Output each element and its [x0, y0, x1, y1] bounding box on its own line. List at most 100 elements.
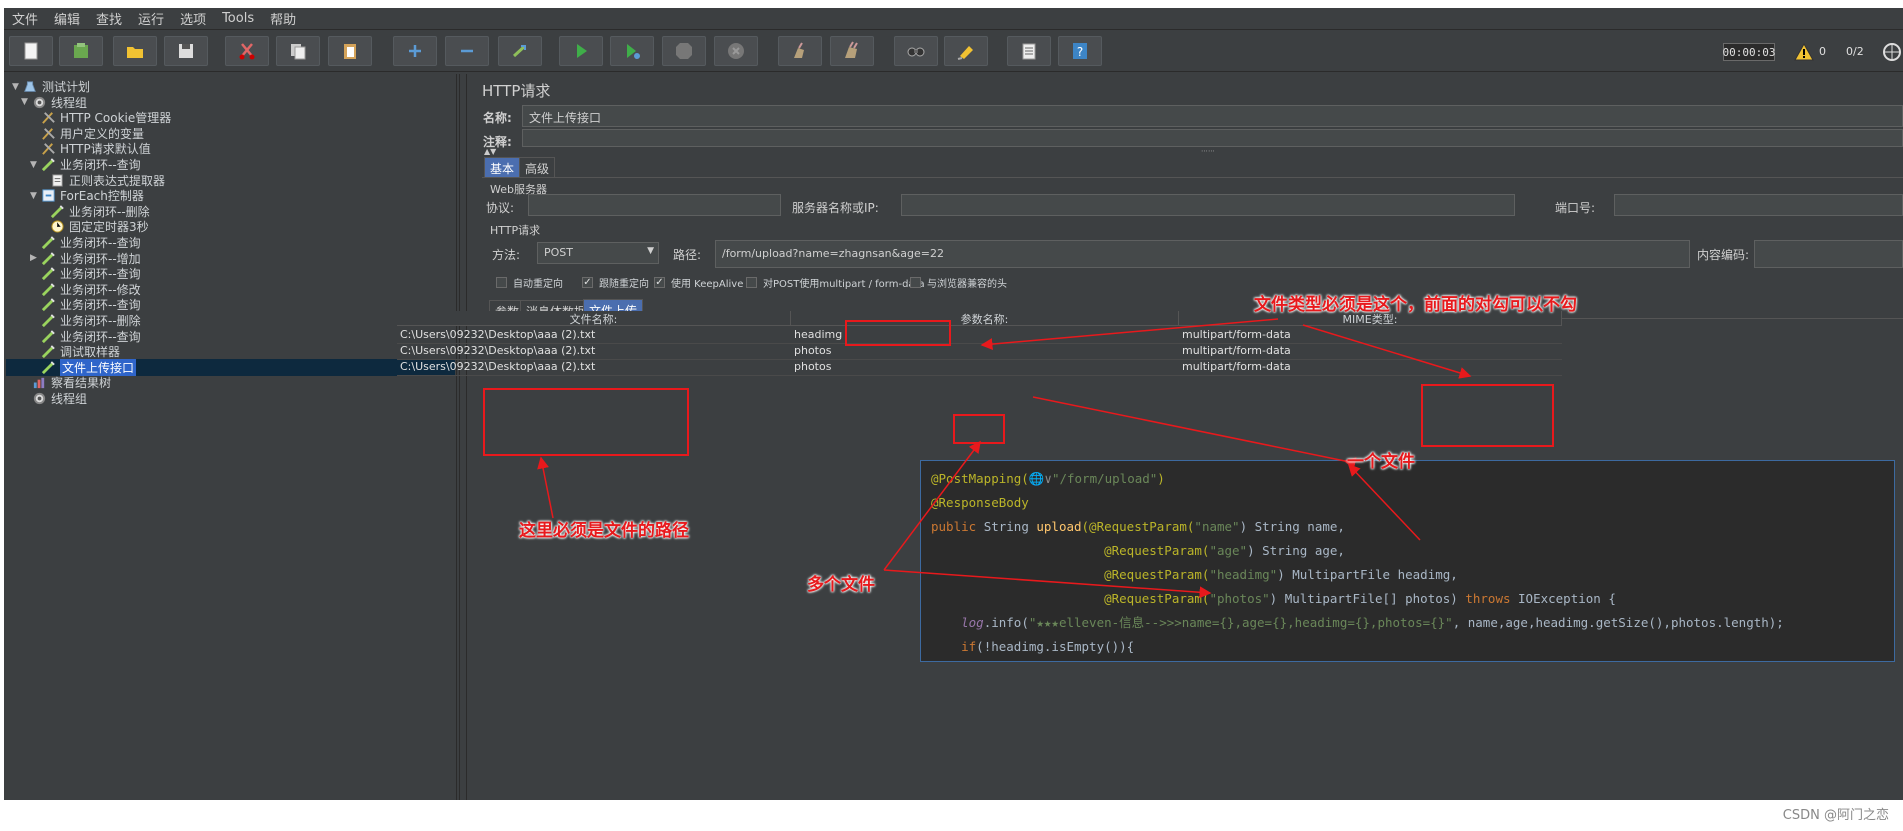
tree-node[interactable]: 业务闭环--查询 [4, 234, 141, 251]
tree-node[interactable]: 调试取样器 [4, 343, 120, 360]
file-path-cell[interactable]: C:\Users\09232\Desktop\aaa (2).txt [397, 328, 791, 344]
checkbox-empty-icon[interactable] [496, 277, 507, 288]
param-name-cell[interactable]: photos [791, 344, 1179, 360]
menu-help[interactable]: 帮助 [262, 9, 304, 28]
tree-node-label: 线程组 [51, 95, 88, 110]
tree-node[interactable]: ▼ 业务闭环--查询 [4, 156, 141, 173]
sampler-icon [40, 266, 56, 282]
globe-icon[interactable] [1882, 42, 1902, 62]
shutdown-icon [728, 43, 744, 59]
menu-run[interactable]: 运行 [130, 9, 172, 28]
search-button[interactable] [894, 36, 938, 66]
paste-button[interactable] [328, 36, 372, 66]
code-line-5: @RequestParam("headimg") MultipartFile h… [1104, 567, 1458, 582]
start-button[interactable] [559, 36, 603, 66]
option-checkbox[interactable]: ✓ 跟随重定向 [582, 275, 649, 290]
toggle-button[interactable] [498, 36, 542, 66]
warning-icon[interactable] [1794, 42, 1814, 62]
menu-search[interactable]: 查找 [88, 9, 130, 28]
tree-node[interactable]: ▶ 业务闭环--增加 [4, 250, 141, 267]
method-select[interactable]: POST ▼ [537, 242, 659, 264]
collapsed-arrow-icon[interactable]: ▶ [30, 253, 40, 263]
clear-button[interactable] [778, 36, 822, 66]
clear-all-button[interactable] [830, 36, 874, 66]
option-checkbox[interactable]: 与浏览器兼容的头 [910, 275, 1007, 290]
tree-node-label: 业务闭环--查询 [60, 329, 141, 344]
path-field[interactable]: /form/upload?name=zhagnsan&age=22 [715, 240, 1690, 268]
checkbox-empty-icon[interactable] [910, 277, 921, 288]
mime-type-cell[interactable]: multipart/form-data [1179, 344, 1562, 360]
checkmark-icon[interactable]: ✓ [654, 277, 665, 288]
checkbox-empty-icon[interactable] [746, 277, 757, 288]
expanded-arrow-icon[interactable]: ▼ [30, 160, 40, 170]
shutdown-button[interactable] [714, 36, 758, 66]
open-button[interactable] [113, 36, 157, 66]
start-no-pause-icon [627, 44, 640, 59]
tree-node[interactable]: HTTP Cookie管理器 [4, 109, 171, 126]
tree-node[interactable]: 固定定时器3秒 [4, 218, 149, 235]
new-button[interactable] [9, 36, 53, 66]
server-field[interactable] [901, 194, 1515, 216]
mime-type-cell[interactable]: multipart/form-data [1179, 360, 1562, 376]
option-checkbox[interactable]: 自动重定向 [496, 275, 563, 290]
name-field[interactable]: 文件上传接口 [522, 105, 1903, 127]
tree-node[interactable]: 察看结果树 [4, 374, 111, 391]
option-checkbox[interactable]: 对POST使用multipart / form-data [746, 275, 925, 290]
expand-button[interactable] [393, 36, 437, 66]
tab-advanced[interactable]: 高级 [519, 157, 556, 177]
tree-node[interactable]: 业务闭环--查询 [4, 265, 141, 282]
templates-button[interactable] [59, 36, 103, 66]
sampler-icon [40, 281, 56, 297]
tree-node[interactable]: 业务闭环--查询 [4, 296, 141, 313]
tree-node[interactable]: 业务闭环--删除 [4, 312, 141, 329]
expanded-arrow-icon[interactable]: ▼ [12, 82, 22, 92]
tab-basic[interactable]: 基本 [484, 157, 521, 177]
tree-node[interactable]: 业务闭环--删除 [4, 203, 150, 220]
expanded-arrow-icon[interactable]: ▼ [21, 97, 31, 107]
reset-search-button[interactable] [944, 36, 988, 66]
port-field[interactable] [1614, 194, 1903, 216]
collapse-button[interactable] [445, 36, 489, 66]
mime-type-cell[interactable]: multipart/form-data [1179, 328, 1562, 344]
encoding-field[interactable] [1754, 240, 1903, 268]
tree-node[interactable]: 用户定义的变量 [4, 125, 144, 142]
collapse-arrows-icon[interactable]: ▲▼ [484, 147, 496, 156]
sampler-icon [40, 297, 56, 313]
tree-node[interactable]: 文件上传接口 [6, 358, 455, 376]
copy-button[interactable] [276, 36, 320, 66]
resize-grip-icon[interactable]: ⋯⋯ [1201, 147, 1215, 155]
expanded-arrow-icon[interactable]: ▼ [30, 191, 40, 201]
tree-node[interactable]: ▼ 线程组 [4, 94, 87, 111]
save-button[interactable] [164, 36, 208, 66]
start-no-pause-button[interactable] [610, 36, 654, 66]
protocol-field[interactable] [528, 194, 781, 216]
menu-edit[interactable]: 编辑 [46, 9, 88, 28]
function-helper-button[interactable] [1007, 36, 1051, 66]
param-name-cell[interactable]: photos [791, 360, 1179, 376]
path-label: 路径: [673, 248, 702, 262]
stop-button[interactable] [662, 36, 706, 66]
menu-options[interactable]: 选项 [172, 9, 214, 28]
menu-tools[interactable]: Tools [214, 11, 262, 26]
paste-icon [344, 44, 356, 59]
tree-node[interactable]: ▼ ForEach控制器 [4, 187, 144, 204]
tree-node[interactable]: HTTP请求默认值 [4, 140, 151, 157]
menu-file[interactable]: 文件 [4, 9, 46, 28]
comment-field[interactable] [522, 129, 1903, 147]
tree-node[interactable]: 线程组 [4, 390, 87, 407]
option-checkbox[interactable]: ✓ 使用 KeepAlive [654, 275, 743, 290]
sampler-icon [40, 359, 56, 375]
file-path-cell[interactable]: C:\Users\09232\Desktop\aaa (2).txt [397, 360, 791, 376]
col-file-name[interactable]: 文件名称: [397, 311, 791, 326]
tree-node[interactable]: 正则表达式提取器 [4, 172, 165, 189]
tree-node[interactable]: 业务闭环--修改 [4, 281, 141, 298]
cut-button[interactable] [225, 36, 269, 66]
panel-title: HTTP请求 [482, 82, 551, 100]
tree-node[interactable]: ▼ 测试计划 [4, 78, 90, 95]
annotation-one-file: 一个文件 [1347, 452, 1415, 472]
checkmark-icon[interactable]: ✓ [582, 277, 593, 288]
split-pane-divider[interactable] [459, 74, 467, 800]
help-button[interactable]: ? [1058, 36, 1102, 66]
tree-node[interactable]: 业务闭环--查询 [4, 328, 141, 345]
file-path-cell[interactable]: C:\Users\09232\Desktop\aaa (2).txt [397, 344, 791, 360]
